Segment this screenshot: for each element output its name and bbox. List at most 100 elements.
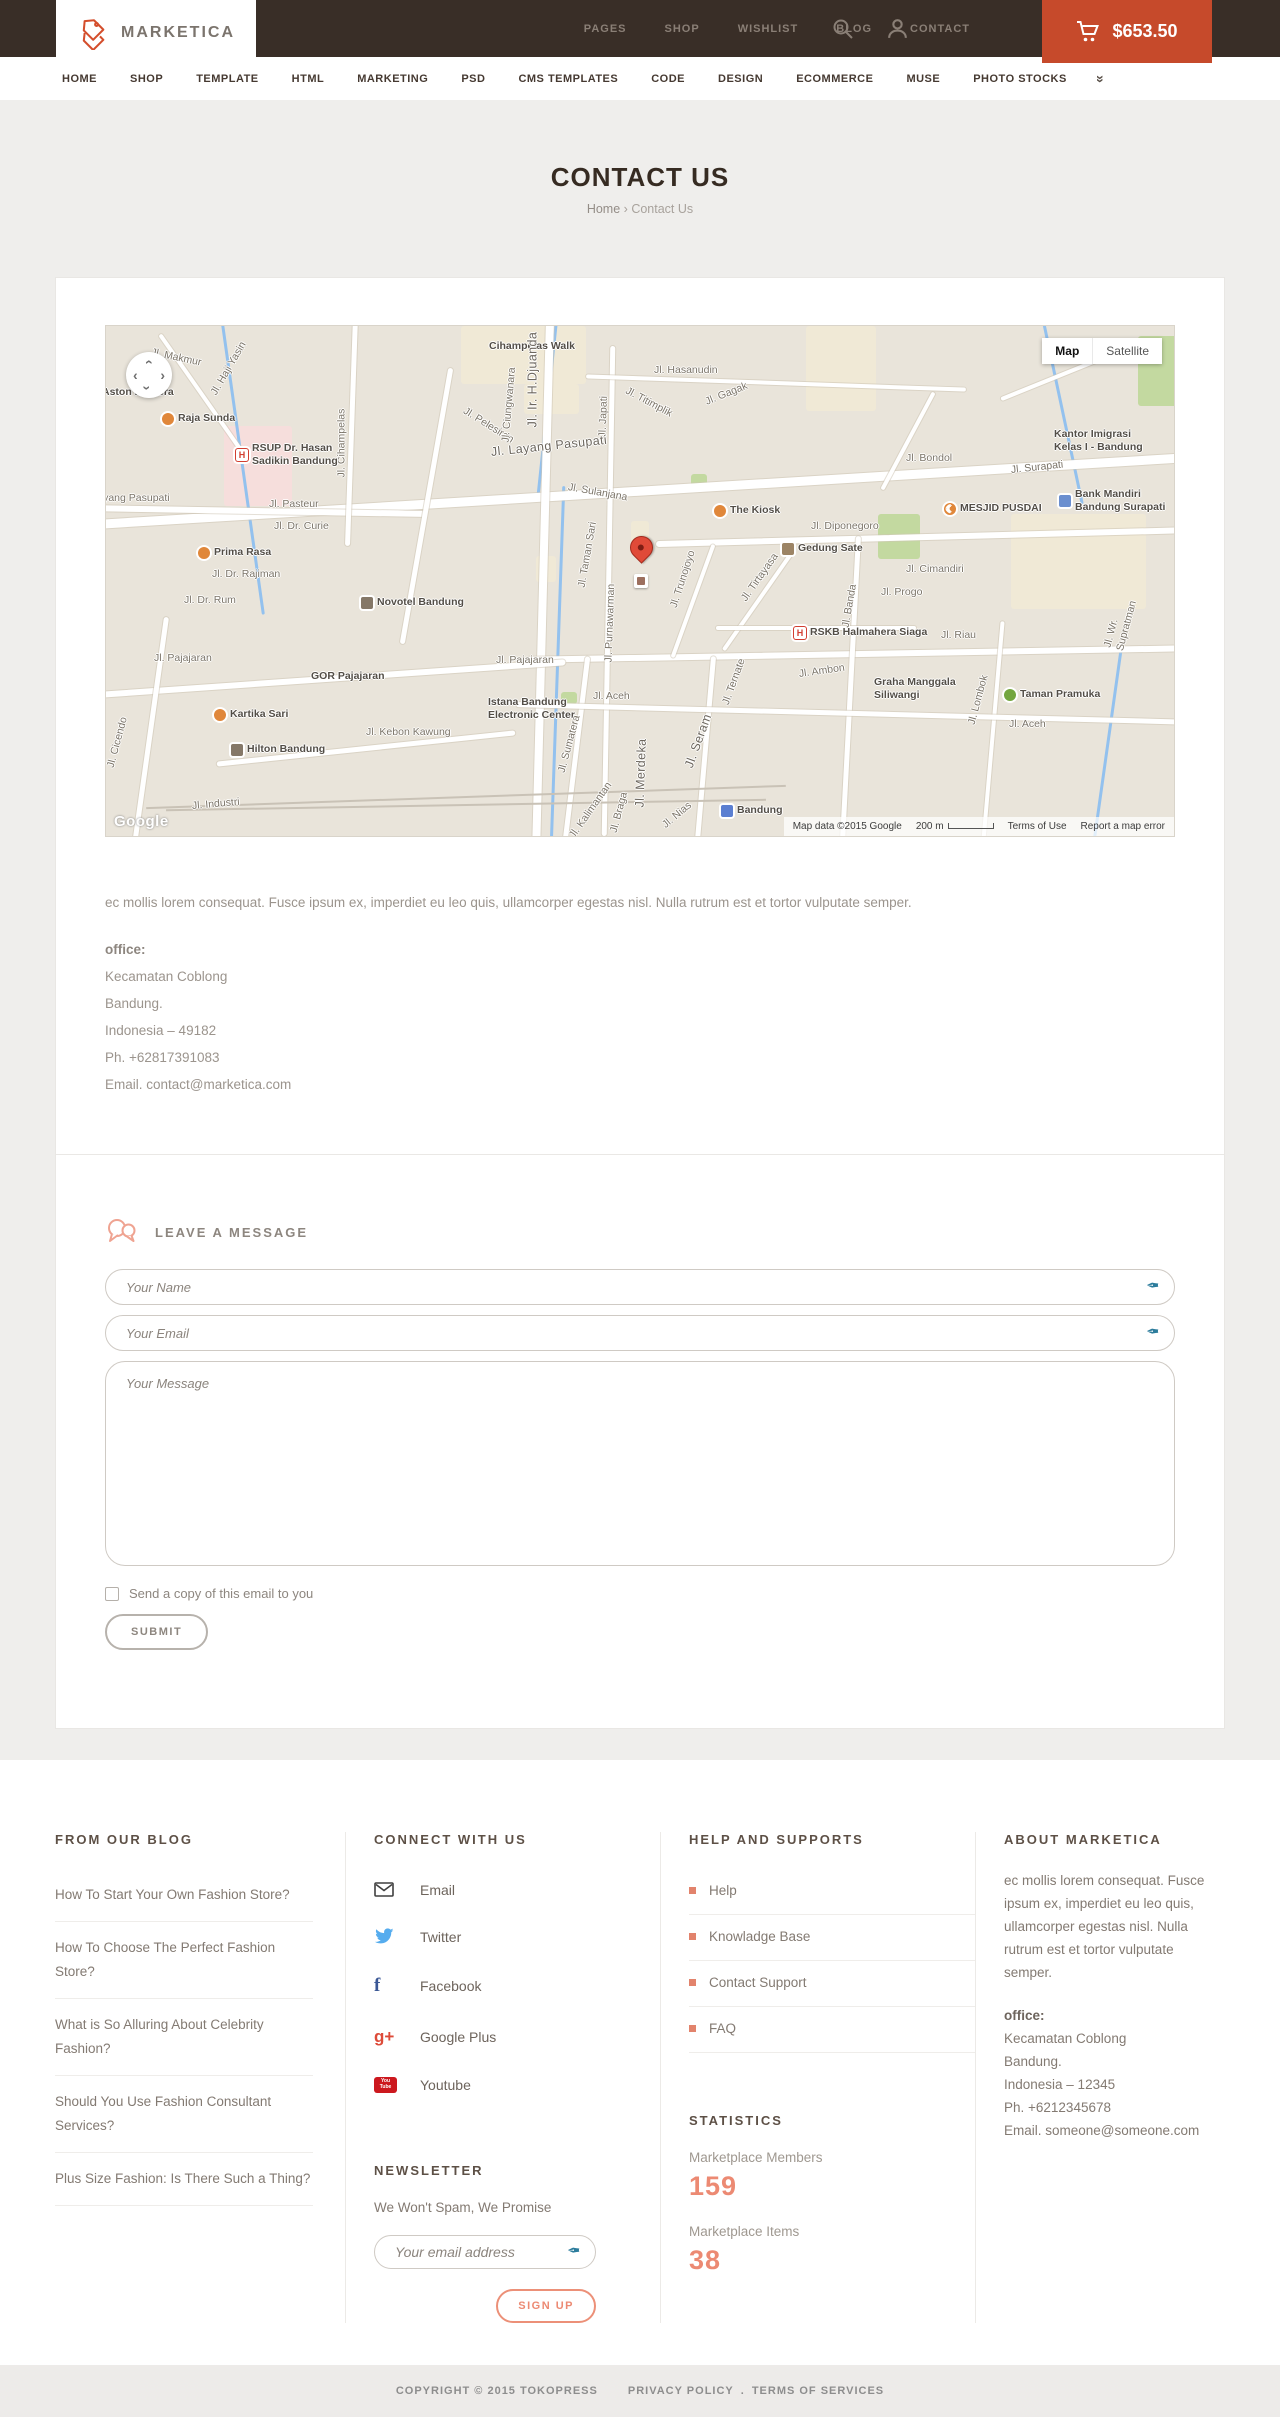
map-scale-bar [947,823,994,829]
name-field-wrap: ✒ [105,1269,1175,1305]
social-link[interactable]: f g+ YouTube Facebook [374,1963,660,2009]
email-field-wrap: ✒ [105,1315,1175,1351]
search-icon[interactable] [831,17,855,41]
tag-logo-icon [82,19,105,50]
map-street-label: Jl. Haji Yasin [208,339,249,398]
about-address-line: Kecamatan Coblong [1004,2031,1127,2046]
bullet-icon [689,2025,696,2032]
newsletter-email-input[interactable] [374,2235,596,2269]
map-street-label: Jl. Sulanjana [567,481,629,504]
statistic-item: Marketplace Items 38 [689,2224,975,2276]
contact-card: Cihampelas Walk Jl. Makmur Jl. Haji Yasin J… [55,277,1225,1729]
terms-of-use-link[interactable]: Terms of Use [1008,821,1067,832]
bank-icon [1059,495,1071,507]
name-input[interactable] [105,1269,1175,1305]
more-categories-chevron-icon[interactable]: » [1093,75,1109,83]
help-link[interactable]: Help [689,1869,975,1915]
header-nav-link[interactable]: SHOP [665,23,700,35]
google-map[interactable]: Cihampelas Walk Jl. Makmur Jl. Haji Yasin J… [105,325,1175,837]
user-account-icon[interactable] [885,16,910,41]
map-street-label: Jl. Progo [881,586,923,598]
category-nav-link[interactable]: TEMPLATE [196,73,258,85]
satellite-view-button[interactable]: Satellite [1092,338,1162,364]
connect-heading: CONNECT WITH US [374,1832,527,1847]
map-view-button[interactable]: Map [1042,338,1093,364]
map-street-label: H RSUP Dr. Hasan Sadikin Bandung [236,442,338,468]
blog-link[interactable]: Should You Use Fashion Consultant Servic… [55,2076,313,2153]
breadcrumb-home-link[interactable]: Home [587,202,620,216]
social-link[interactable]: f g+ YouTube Youtube [374,2065,660,2105]
office-address-block: office: Kecamatan Coblong Bandung. Indones… [105,936,1175,1098]
category-nav-link[interactable]: MARKETING [357,73,428,85]
terms-of-services-link[interactable]: TERMS OF SERVICES [752,2385,884,2397]
youtube-icon: f g+ YouTube [374,2077,398,2093]
logo[interactable]: MARKETICA [56,0,256,66]
send-copy-row[interactable]: Send a copy of this email to you [105,1586,1175,1601]
about-address-line: Email. someone@someone.com [1004,2123,1200,2138]
pan-right-icon[interactable]: › [160,368,165,382]
map-pan-control[interactable]: › › ‹ › [126,352,172,398]
pan-up-icon[interactable]: › [139,360,155,365]
pan-left-icon[interactable]: ‹ [133,368,138,382]
category-nav-link[interactable]: SHOP [130,73,163,85]
train-icon [721,804,733,817]
blog-link[interactable]: How To Choose The Perfect Fashion Store? [55,1922,313,1999]
send-copy-checkbox[interactable] [105,1586,119,1601]
map-street-label: Jl. Purnawarman [602,583,618,663]
header-nav-link[interactable]: WISHLIST [738,23,799,35]
facebook-icon: f g+ YouTube [374,1975,381,1996]
statistic-label: Marketplace Members [689,2150,823,2165]
map-street-label: Jl. Dr. Rum [184,594,236,606]
email-input[interactable] [105,1315,1175,1351]
statistic-value: 38 [689,2245,722,2275]
signup-button[interactable]: SIGN UP [496,2289,596,2323]
cart-button[interactable]: $653.50 [1042,0,1212,63]
map-street-label: Jl. Pajajaran [496,654,554,666]
social-link[interactable]: f g+ YouTube Email [374,1869,660,1910]
category-nav-link[interactable]: CODE [651,73,685,85]
help-link[interactable]: FAQ [689,2007,975,2053]
category-nav-link[interactable]: PSD [461,73,485,85]
social-link[interactable]: f g+ YouTube Twitter [374,1916,660,1957]
category-nav-link[interactable]: MUSE [906,73,940,85]
map-street-label: Jl. Pasteur [269,498,319,510]
map-street-label: Jl. Cimandiri [906,563,964,575]
blog-link[interactable]: What is So Alluring About Celebrity Fash… [55,1999,313,2076]
category-nav-link[interactable]: PHOTO STOCKS [973,73,1067,85]
category-nav-link[interactable]: DESIGN [718,73,763,85]
report-map-error-link[interactable]: Report a map error [1081,821,1165,832]
map-street-label: Jl. Ambon [798,661,846,680]
map-marker-poi-icon [634,574,648,588]
leave-message-heading: LEAVE A MESSAGE [155,1224,309,1240]
about-address-line: Indonesia – 12345 [1004,2077,1116,2092]
social-links: f g+ YouTube Email f [374,1869,660,2105]
social-link[interactable]: f g+ YouTube Google Plus [374,2015,660,2059]
office-label: office: [105,942,146,957]
blog-link[interactable]: How To Start Your Own Fashion Store? [55,1869,313,1922]
header-nav-link[interactable]: PAGES [584,23,627,35]
statistic-value: 159 [689,2171,738,2201]
map-street-label: Jl. Braga [607,790,631,834]
footer-connect-column: CONNECT WITH US f g+ YouTube Ema [345,1832,660,2323]
category-nav-link[interactable]: HTML [292,73,325,85]
map-street-label: Jl. Aceh [593,690,630,702]
logo-text: MARKETICA [121,24,235,41]
help-link[interactable]: Knowladge Base [689,1915,975,1961]
message-textarea[interactable] [105,1361,1175,1566]
blog-link[interactable]: Plus Size Fashion: Is There Such a Thing… [55,2153,313,2206]
map-street-label: Bandung [721,804,783,817]
food-icon [714,504,726,517]
category-nav-link[interactable]: CMS TEMPLATES [518,73,618,85]
help-link-label: Help [709,1883,737,1898]
bullet-icon [689,1887,696,1894]
map-street-label: Jl. Ir. H.Djuanda [525,331,540,428]
help-link[interactable]: Contact Support [689,1961,975,2007]
category-nav-link[interactable]: HOME [62,73,97,85]
map-street-label: Jl. Cicendo [105,715,130,769]
pan-down-icon[interactable]: › [139,386,155,391]
category-nav-link[interactable]: ECOMMERCE [796,73,873,85]
submit-button[interactable]: SUBMIT [105,1614,209,1650]
office-address-line: Indonesia – 49182 [105,1023,217,1038]
header-nav-link[interactable]: CONTACT [910,23,970,35]
privacy-policy-link[interactable]: PRIVACY POLICY [628,2385,734,2397]
